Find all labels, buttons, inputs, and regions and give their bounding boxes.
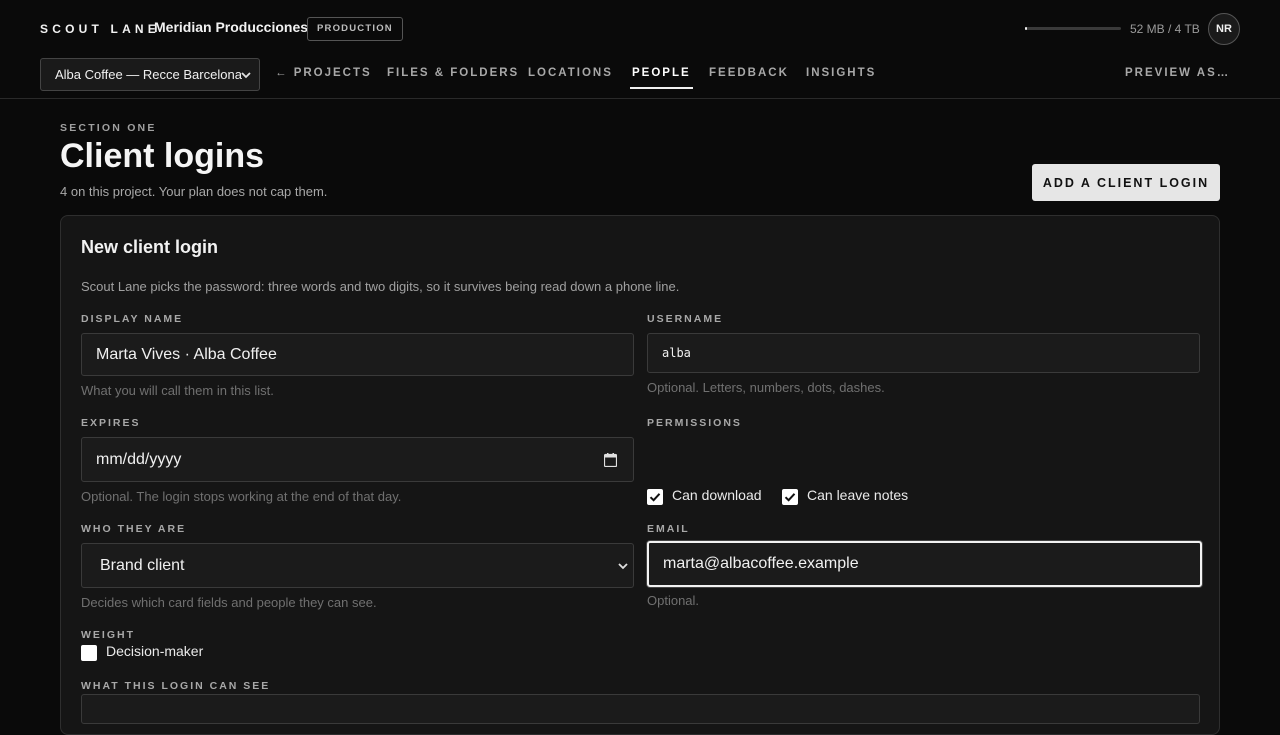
nav-people[interactable]: PEOPLE [630,67,693,89]
can-leave-notes-checkbox[interactable] [782,489,798,505]
display-name-help: What you will call them in this list. [81,383,274,398]
nav-insights[interactable]: INSIGHTS [806,67,876,79]
visibility-label: WHAT THIS LOGIN CAN SEE [81,680,271,692]
storage-usage-bar [1025,27,1121,30]
who-they-are-value: Brand client [100,556,185,574]
preview-as-button[interactable]: PREVIEW AS… [1125,67,1230,79]
form-description: Scout Lane picks the password: three wor… [81,279,680,294]
storage-usage-text: 52 MB / 4 TB [1130,22,1200,36]
email-input[interactable]: marta@albacoffee.example [647,541,1202,587]
project-select[interactable]: Alba Coffee — Recce Barcelona [40,58,260,91]
username-help: Optional. Letters, numbers, dots, dashes… [647,380,885,395]
chevron-down-icon [618,563,628,570]
username-input[interactable]: alba [647,333,1200,373]
can-download-checkbox[interactable] [647,489,663,505]
checkmark-icon [784,493,796,502]
decision-maker-checkbox[interactable] [81,645,97,661]
brand-logo[interactable]: SCOUT LANE [40,22,160,36]
email-value: marta@albacoffee.example [663,555,859,572]
storage-usage-fill [1025,27,1027,30]
org-plan-badge: PRODUCTION [307,17,403,41]
expires-date-input[interactable]: mm/dd/yyyy [81,437,634,482]
section-eyebrow: SECTION ONE [60,122,157,134]
username-label: USERNAME [647,313,724,325]
email-label: EMAIL [647,523,690,535]
nav-feedback[interactable]: FEEDBACK [709,67,789,79]
new-client-login-form: New client login Scout Lane picks the pa… [60,215,1220,735]
chevron-down-icon [241,72,251,79]
username-value: alba [662,346,691,360]
display-name-label: DISPLAY NAME [81,313,184,325]
who-they-are-help: Decides which card fields and people the… [81,595,377,610]
add-client-login-button[interactable]: ADD A CLIENT LOGIN [1032,164,1220,201]
top-bar: SCOUT LANE Meridian Producciones PRODUCT… [0,0,1280,99]
who-they-are-label: WHO THEY ARE [81,523,187,535]
decision-maker-label[interactable]: Decision-maker [106,643,203,659]
expires-help: Optional. The login stops working at the… [81,489,402,504]
can-leave-notes-label[interactable]: Can leave notes [807,487,908,503]
who-they-are-select[interactable]: Brand client [81,543,634,588]
can-download-label[interactable]: Can download [672,487,762,503]
nav-locations[interactable]: LOCATIONS [528,67,613,79]
expires-label: EXPIRES [81,417,141,429]
form-title: New client login [81,237,219,257]
nav-projects-back[interactable]: ← PROJECTS [275,67,372,79]
email-help: Optional. [647,593,700,608]
display-name-input[interactable]: Marta Vives · Alba Coffee [81,333,634,376]
permissions-label: PERMISSIONS [647,417,742,429]
visibility-field[interactable] [81,694,1200,724]
expires-placeholder: mm/dd/yyyy [96,450,182,468]
display-name-value: Marta Vives · Alba Coffee [96,345,277,363]
calendar-icon[interactable] [604,453,617,467]
project-select-value: Alba Coffee — Recce Barcelona [55,67,242,82]
org-name: Meridian Producciones [154,19,309,35]
weight-label: WEIGHT [81,629,135,641]
nav-files-folders[interactable]: FILES & FOLDERS [387,67,519,79]
page-subtitle: 4 on this project. Your plan does not ca… [60,184,328,199]
checkmark-icon [649,493,661,502]
page-title: Client logins [60,137,264,175]
user-avatar[interactable]: NR [1208,13,1240,45]
